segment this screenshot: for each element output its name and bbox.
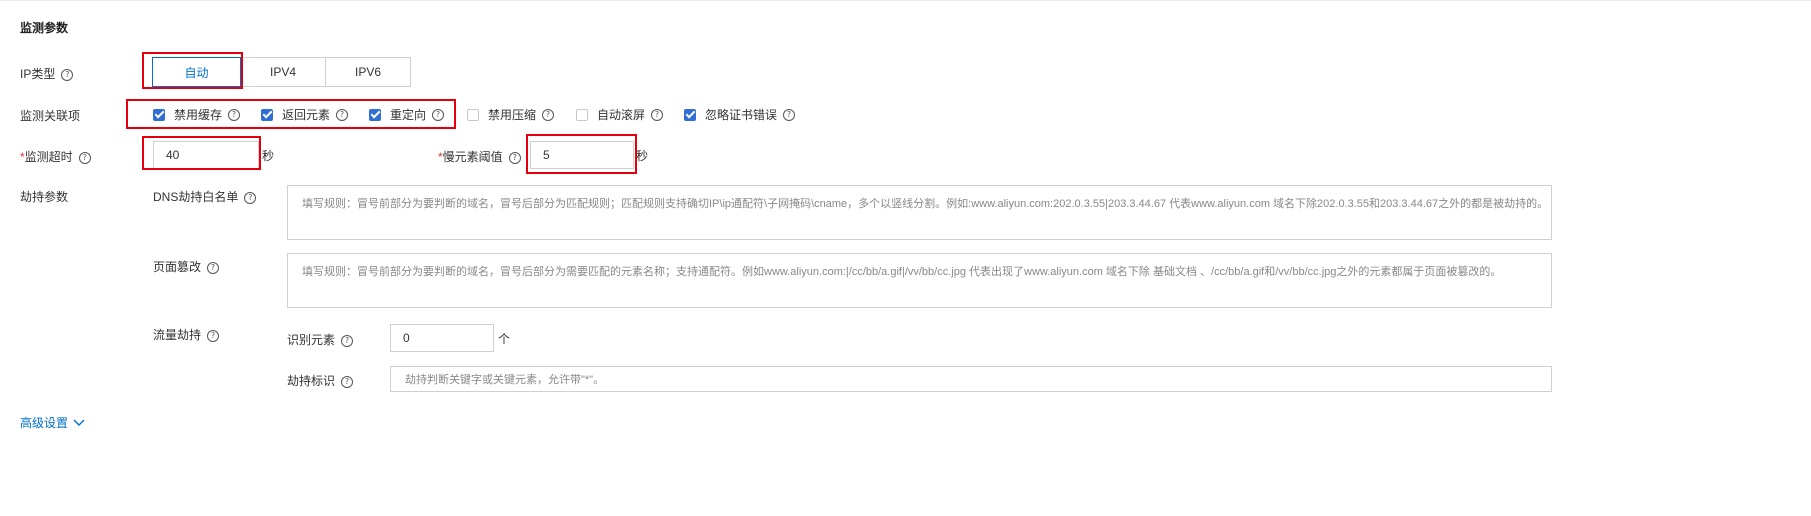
section-title: 监测参数	[20, 21, 69, 35]
checkbox-unchecked-icon[interactable]	[467, 108, 479, 121]
checkbox-label: 返回元素	[282, 108, 331, 122]
slow-threshold-input[interactable]: 5	[530, 141, 634, 169]
ip-type-segmented-control: 自动 IPV4 IPV6	[152, 57, 411, 87]
checkbox-auto-scroll[interactable]: 自动滚屏?	[576, 106, 664, 123]
checkbox-disable-cache[interactable]: 禁用缓存?	[153, 106, 241, 123]
checkbox-checked-icon[interactable]	[153, 108, 165, 121]
timeout-input[interactable]: 40	[153, 141, 259, 169]
page-tamper-label: 页面篡改	[153, 260, 202, 274]
identify-element-label: 识别元素	[287, 333, 336, 347]
hijack-marker-input[interactable]: 劫持判断关键字或关键元素，允许带"*"。	[390, 366, 1552, 392]
help-icon[interactable]: ?	[542, 108, 555, 121]
checkbox-label: 忽略证书错误	[705, 108, 778, 122]
checkbox-label: 重定向	[390, 108, 427, 122]
slow-threshold-unit: 秒	[636, 149, 649, 163]
hijack-marker-label: 劫持标识	[287, 374, 336, 388]
help-icon[interactable]: ?	[228, 108, 241, 121]
help-icon[interactable]: ?	[432, 108, 445, 121]
page-tamper-textarea[interactable]: 填写规则：冒号前部分为要判断的域名，冒号后部分为需要匹配的元素名称；支持通配符。…	[287, 253, 1552, 308]
help-icon[interactable]: ?	[244, 191, 257, 204]
traffic-hijack-label-row: 流量劫持?	[153, 326, 220, 343]
advanced-settings-label: 高级设置	[20, 416, 69, 430]
help-icon[interactable]: ?	[341, 334, 354, 347]
hijack-marker-label-row: 劫持标识?	[287, 372, 354, 389]
checkbox-checked-icon[interactable]	[684, 108, 696, 121]
checkbox-redirect[interactable]: 重定向?	[369, 106, 445, 123]
checkbox-checked-icon[interactable]	[261, 108, 273, 121]
top-divider	[0, 0, 1811, 1]
monitor-items-label: 监测关联项	[20, 109, 81, 123]
checkbox-unchecked-icon[interactable]	[576, 108, 588, 121]
help-icon[interactable]: ?	[783, 108, 796, 121]
traffic-hijack-label: 流量劫持	[153, 328, 202, 342]
chevron-down-icon	[73, 419, 85, 426]
ip-type-label: IP类型	[20, 67, 56, 81]
slow-threshold-label: 慢元素阈值	[442, 150, 503, 164]
advanced-settings-link[interactable]: 高级设置	[20, 414, 85, 431]
hijack-params-label: 劫持参数	[20, 190, 69, 204]
help-icon[interactable]: ?	[508, 151, 521, 164]
checkbox-disable-compression[interactable]: 禁用压缩?	[467, 106, 555, 123]
dns-whitelist-label: DNS劫持白名单	[153, 190, 239, 204]
checkbox-label: 禁用缓存	[174, 108, 223, 122]
checkbox-label: 自动滚屏	[597, 108, 646, 122]
timeout-label-row: *监测超时?	[20, 148, 91, 165]
checkbox-checked-icon[interactable]	[369, 108, 381, 121]
checkbox-ignore-cert-errors[interactable]: 忽略证书错误?	[684, 106, 796, 123]
ip-type-option-auto[interactable]: 自动	[152, 57, 241, 87]
dns-whitelist-textarea[interactable]: 填写规则：冒号前部分为要判断的域名，冒号后部分为匹配规则；匹配规则支持确切IP\…	[287, 185, 1552, 240]
ip-type-option-ipv6[interactable]: IPV6	[326, 57, 411, 87]
checkbox-return-elements[interactable]: 返回元素?	[261, 106, 349, 123]
help-icon[interactable]: ?	[61, 68, 74, 81]
help-icon[interactable]: ?	[78, 151, 91, 164]
timeout-label: 监测超时	[24, 150, 73, 164]
page-tamper-label-row: 页面篡改?	[153, 258, 220, 275]
ip-type-option-ipv4[interactable]: IPV4	[241, 57, 326, 87]
help-icon[interactable]: ?	[207, 329, 220, 342]
help-icon[interactable]: ?	[336, 108, 349, 121]
timeout-unit: 秒	[262, 149, 275, 163]
identify-element-input[interactable]: 0	[390, 324, 494, 352]
dns-whitelist-label-row: DNS劫持白名单?	[153, 188, 257, 205]
identify-element-label-row: 识别元素?	[287, 331, 354, 348]
help-icon[interactable]: ?	[341, 375, 354, 388]
identify-element-unit: 个	[498, 332, 511, 346]
checkbox-label: 禁用压缩	[488, 108, 537, 122]
slow-threshold-label-row: *慢元素阈值?	[438, 148, 521, 165]
help-icon[interactable]: ?	[207, 261, 220, 274]
ip-type-label-row: IP类型?	[20, 65, 74, 82]
help-icon[interactable]: ?	[651, 108, 664, 121]
